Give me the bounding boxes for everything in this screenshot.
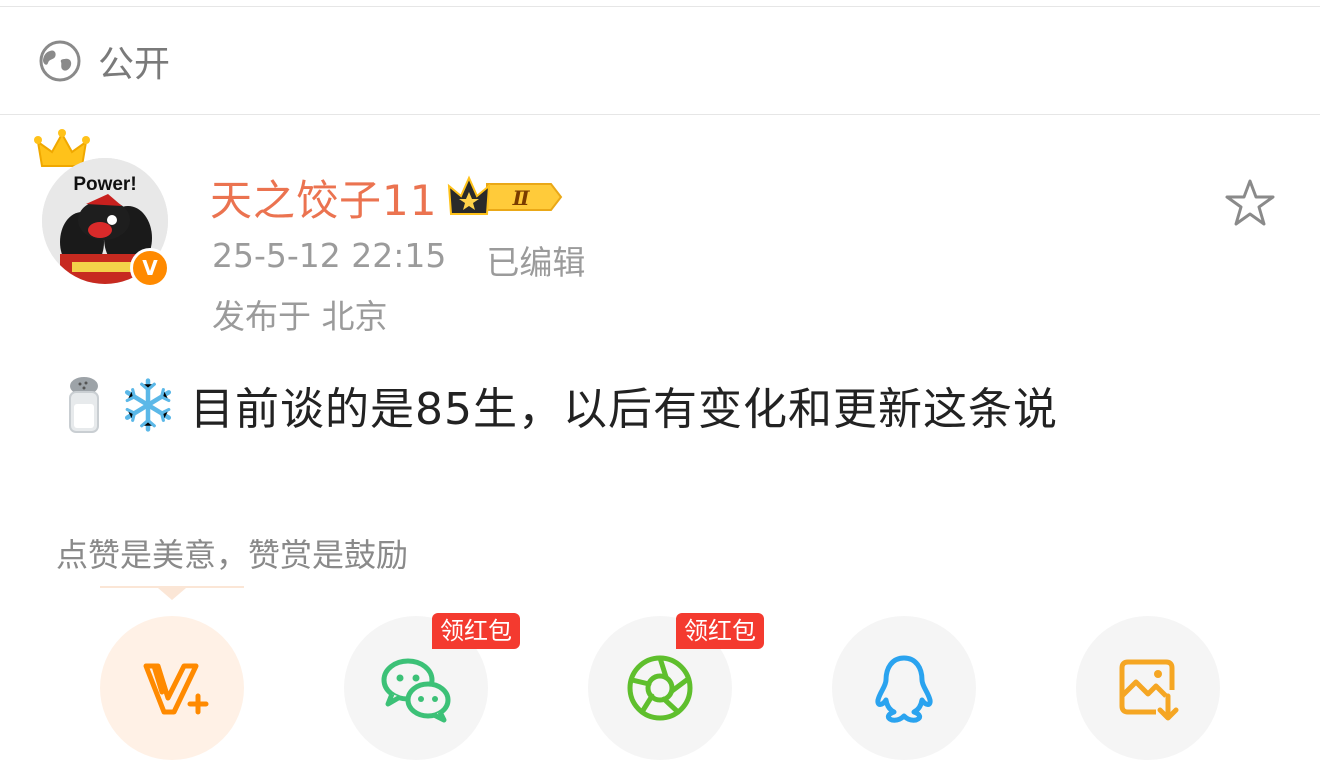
- vplus-icon: [143, 663, 209, 715]
- globe-icon: [39, 40, 81, 82]
- qq-icon: [875, 655, 933, 723]
- reward-text: 点赞是美意，赞赏是鼓励: [56, 536, 409, 574]
- edited-label[interactable]: 已编辑: [486, 236, 585, 284]
- visibility-label: 公开: [98, 44, 171, 85]
- verified-badge: V: [130, 248, 170, 288]
- post-meta: 25-5-12 22:15 已编辑: [212, 236, 585, 284]
- share-qq-button[interactable]: [832, 616, 976, 760]
- snowflake-emoji: [124, 378, 172, 432]
- section-divider: [0, 114, 1320, 115]
- share-vplus-button[interactable]: [100, 616, 244, 760]
- save-image-icon: [1119, 659, 1179, 721]
- top-divider: [0, 6, 1320, 7]
- username[interactable]: 天之饺子11: [210, 167, 437, 228]
- author-avatar-group[interactable]: Power! V: [30, 128, 180, 288]
- reward-caret-icon: [158, 588, 186, 600]
- post-text: 目前谈的是85生，以后有变化和更新这条说: [190, 384, 1058, 435]
- moments-icon: [627, 655, 693, 721]
- post-timestamp: 25-5-12 22:15: [212, 236, 447, 275]
- moments-red-packet-tag: 领红包: [676, 613, 764, 649]
- wechat-red-packet-tag: 领红包: [432, 613, 520, 649]
- avatar-caption: Power!: [73, 174, 136, 195]
- visibility-selector[interactable]: 公开: [0, 8, 1320, 114]
- post-location: 发布于 北京: [212, 297, 388, 336]
- post-body: 目前谈的是85生，以后有变化和更新这条说: [56, 370, 1058, 440]
- favorite-star-icon[interactable]: [1222, 176, 1278, 232]
- svg-text:Ⅱ: Ⅱ: [512, 186, 531, 210]
- share-save-image-button[interactable]: [1076, 616, 1220, 760]
- member-level-badge[interactable]: Ⅱ: [447, 174, 567, 220]
- salt-shaker-emoji: [69, 377, 99, 433]
- username-row[interactable]: 天之饺子11 Ⅱ: [210, 168, 567, 226]
- wechat-icon: [381, 658, 451, 723]
